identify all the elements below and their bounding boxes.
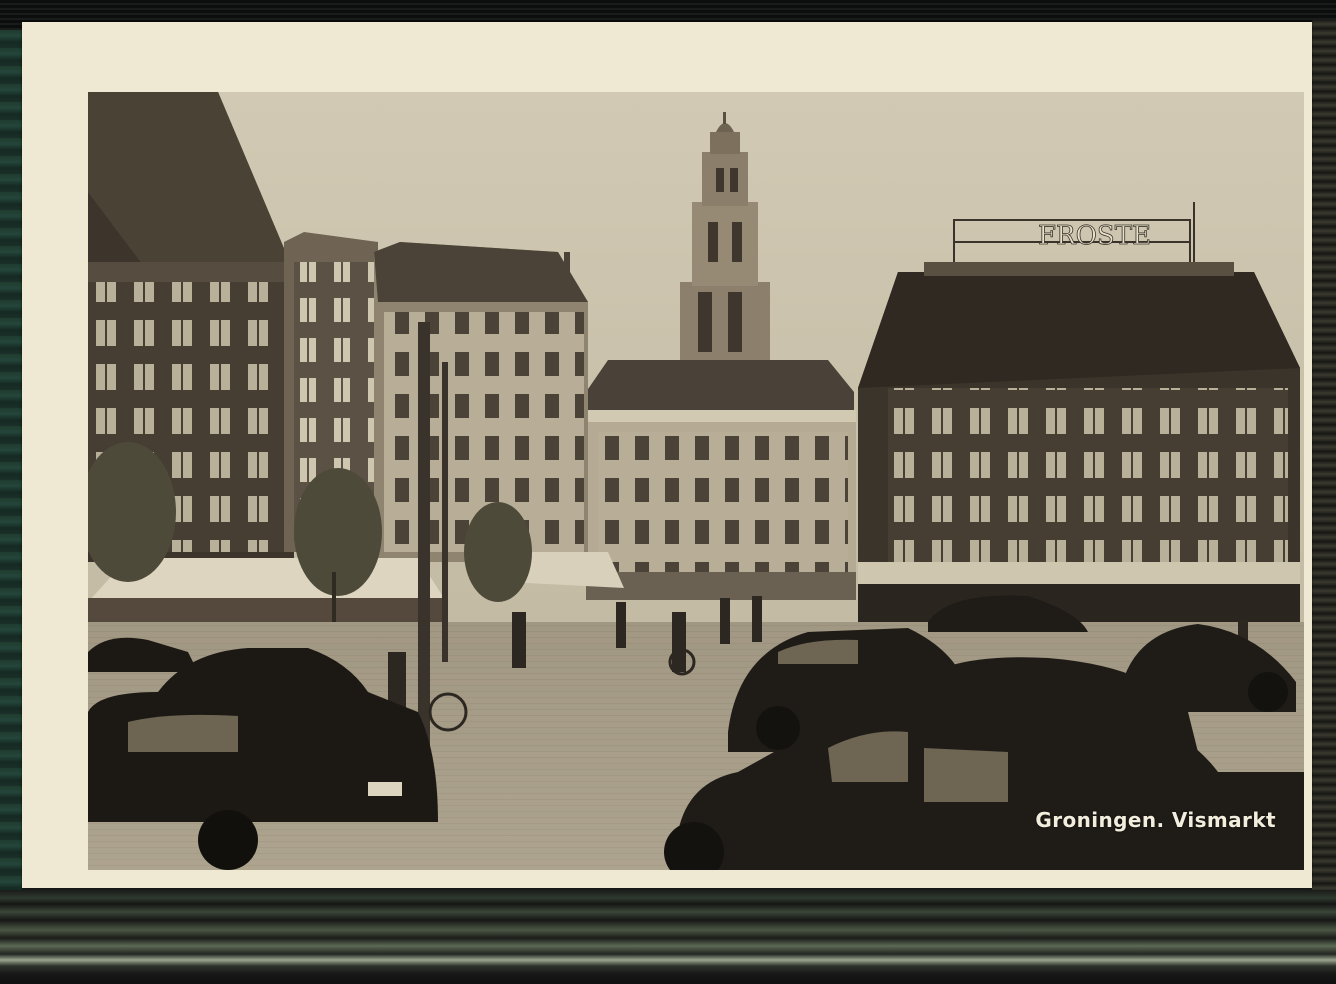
- street-scene: FROSTE: [88, 92, 1304, 870]
- town-hall: [586, 360, 856, 600]
- photo-caption: Groningen. Vismarkt: [1035, 808, 1276, 832]
- postcard-photo: FROSTE Groningen. Vismarkt: [88, 92, 1304, 870]
- lamp-post: [418, 322, 430, 758]
- scan-edge-bottom: [0, 890, 1336, 984]
- scan-edge-left: [0, 30, 22, 890]
- department-store: FROSTE: [858, 202, 1300, 624]
- scan-edge-right: [1312, 20, 1336, 890]
- postcard: FROSTE Groningen. Vismarkt: [22, 22, 1312, 888]
- svg-text:FROSTE: FROSTE: [1038, 221, 1151, 251]
